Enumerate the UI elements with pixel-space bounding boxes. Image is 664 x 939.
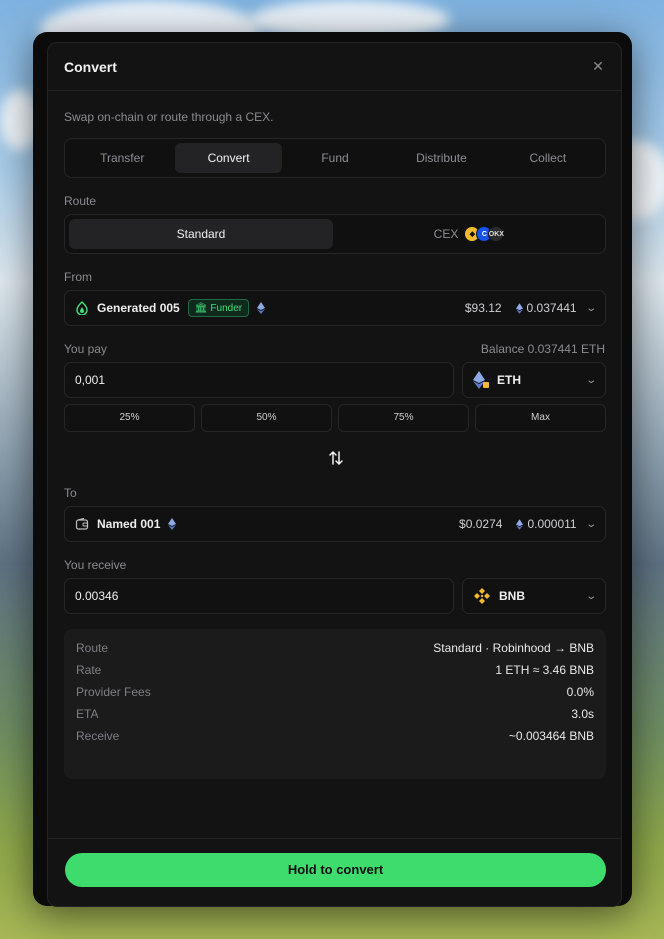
summary-row: ETA 3.0s	[76, 703, 594, 725]
swap-direction-icon[interactable]	[327, 449, 345, 467]
close-icon[interactable]: ✕	[589, 57, 607, 75]
chevron-down-icon: ⌄	[584, 374, 597, 386]
summary-key: Provider Fees	[76, 685, 151, 699]
pct-25-button[interactable]: 25%	[64, 404, 195, 432]
pay-balance: Balance 0.037441 ETH	[480, 342, 605, 356]
tab-collect[interactable]: Collect	[495, 143, 601, 173]
to-wallet-selector[interactable]: Named 001 $0.0274 0.000011 ⌄	[64, 506, 606, 542]
eth-icon	[257, 302, 266, 314]
receive-token-symbol: BNB	[499, 589, 525, 603]
convert-modal: Convert ✕ Swap on-chain or route through…	[47, 42, 622, 907]
from-eth-balance: 0.037441	[515, 301, 577, 315]
you-pay-label: You pay	[64, 342, 107, 356]
modal-subtitle: Swap on-chain or route through a CEX.	[64, 110, 274, 124]
route-cex-label: CEX	[433, 227, 459, 241]
wallet-generated-icon	[76, 301, 88, 315]
from-usd-value: $93.12	[464, 301, 502, 315]
tab-distribute[interactable]: Distribute	[388, 143, 494, 173]
summary-row: Rate 1 ETH ≈ 3.46 BNB	[76, 659, 594, 681]
summary-row: Route Standard · Robinhood → BNB	[76, 637, 594, 659]
to-usd-value: $0.0274	[459, 517, 503, 531]
quote-summary: Route Standard · Robinhood → BNB Rate 1 …	[64, 629, 606, 779]
to-eth-balance: 0.000011	[516, 517, 577, 531]
from-wallet-name: Generated 005	[97, 301, 180, 315]
eth-icon	[168, 518, 177, 530]
from-label: From	[64, 270, 92, 284]
bank-icon: 🏛	[194, 302, 208, 314]
summary-key: ETA	[76, 707, 99, 721]
summary-key: Receive	[76, 729, 120, 743]
route-standard-button[interactable]: Standard	[69, 219, 333, 249]
route-cex-button[interactable]: CEX ◆ C OKX	[337, 219, 601, 249]
hold-to-convert-button[interactable]: Hold to convert	[65, 853, 606, 887]
okx-icon: OKX	[488, 226, 505, 242]
receive-token-selector[interactable]: BNB ⌄	[462, 578, 606, 614]
eth-icon	[515, 302, 523, 314]
summary-value: Standard · Robinhood → BNB	[433, 641, 594, 655]
summary-value: 1 ETH ≈ 3.46 BNB	[495, 663, 594, 677]
funder-badge-label: Funder	[210, 302, 243, 314]
route-selector: Standard CEX ◆ C OKX	[64, 214, 606, 254]
summary-value: 3.0s	[571, 707, 594, 721]
receive-amount-input[interactable]	[64, 578, 454, 614]
chevron-down-icon: ⌄	[584, 518, 597, 530]
pay-token-selector[interactable]: ETH ⌄	[462, 362, 606, 398]
pay-token-symbol: ETH	[497, 373, 521, 387]
tab-transfer[interactable]: Transfer	[69, 143, 175, 173]
exchange-icons: ◆ C OKX	[464, 226, 505, 242]
pct-75-button[interactable]: 75%	[338, 404, 469, 432]
pct-50-button[interactable]: 50%	[201, 404, 332, 432]
summary-row: Provider Fees 0.0%	[76, 681, 594, 703]
to-eth-balance-value: 0.000011	[527, 517, 577, 531]
from-eth-balance-value: 0.037441	[526, 301, 577, 315]
action-tabs: Transfer Convert Fund Distribute Collect	[64, 138, 606, 178]
modal-header: Convert ✕	[48, 43, 621, 91]
summary-value: 0.0%	[566, 685, 594, 699]
modal-footer: Hold to convert	[48, 838, 621, 906]
percent-buttons: 25% 50% 75% Max	[64, 404, 606, 432]
to-wallet-name: Named 001	[97, 517, 161, 531]
you-receive-label: You receive	[64, 558, 127, 572]
eth-token-icon	[473, 371, 489, 389]
chevron-down-icon: ⌄	[584, 302, 597, 314]
chevron-down-icon: ⌄	[584, 590, 597, 602]
route-standard-label: Standard	[176, 227, 226, 241]
from-wallet-selector[interactable]: Generated 005 🏛 Funder $93.12 0.037441 ⌄	[64, 290, 606, 326]
summary-key: Rate	[76, 663, 102, 677]
funder-badge: 🏛 Funder	[187, 299, 250, 317]
modal-title: Convert	[64, 59, 117, 75]
route-label: Route	[64, 194, 97, 208]
to-label: To	[64, 486, 77, 500]
bnb-token-icon	[474, 588, 490, 604]
pay-amount-input[interactable]	[64, 362, 454, 398]
summary-key: Route	[76, 641, 109, 655]
wallet-icon	[75, 517, 89, 530]
eth-icon	[516, 518, 524, 530]
summary-value: ~0.003464 BNB	[508, 729, 594, 743]
tab-fund[interactable]: Fund	[282, 143, 388, 173]
summary-row: Receive ~0.003464 BNB	[76, 725, 594, 747]
pct-max-button[interactable]: Max	[475, 404, 606, 432]
tab-convert[interactable]: Convert	[175, 143, 282, 173]
